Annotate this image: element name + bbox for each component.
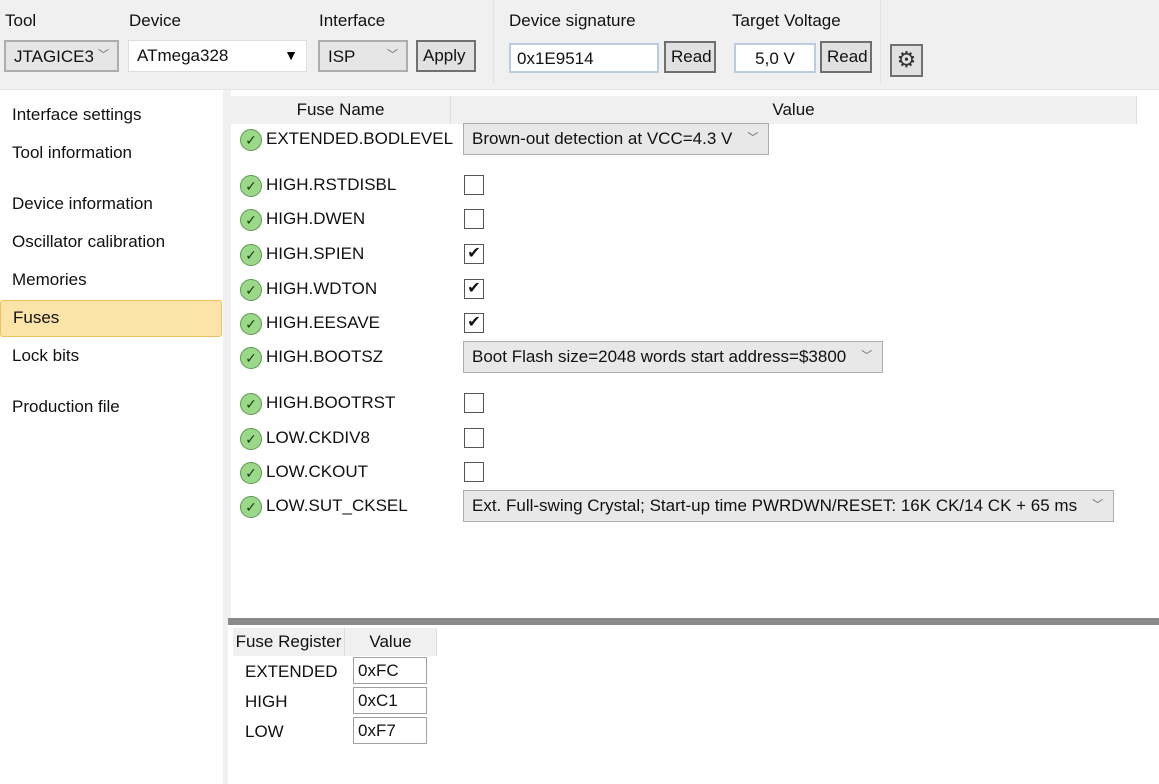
fuse-checkbox[interactable] xyxy=(464,462,484,482)
fuse-register-table: Fuse Register Value EXTENDED 0xFC HIGH 0… xyxy=(228,625,1159,784)
column-header-fuse-register[interactable]: Fuse Register xyxy=(233,628,345,656)
sidebar-item-tool-information[interactable]: Tool information xyxy=(0,136,222,172)
apply-button[interactable]: Apply xyxy=(416,40,476,72)
tool-label: Tool xyxy=(5,11,37,30)
fuse-row: ✓ EXTENDED.BODLEVEL Brown-out detection at… xyxy=(231,123,1131,163)
fuse-name: HIGH.SPIEN xyxy=(266,244,365,263)
fuse-checkbox[interactable] xyxy=(464,393,484,413)
fuse-checkbox[interactable]: ✔ xyxy=(464,279,484,299)
check-circle-icon: ✓ xyxy=(240,175,262,197)
fuse-select-value: Boot Flash size=2048 words start address… xyxy=(472,347,847,366)
read-voltage-button[interactable]: Read xyxy=(820,41,872,73)
sidebar-item-memories[interactable]: Memories xyxy=(0,263,222,299)
device-value: ATmega328 xyxy=(137,46,229,65)
fuse-name: HIGH.EESAVE xyxy=(266,313,380,332)
tool-value: JTAGICE3 xyxy=(14,47,94,66)
device-select[interactable]: ATmega328 ▼ xyxy=(128,40,307,72)
tool-select[interactable]: JTAGICE3 ﹀ xyxy=(4,40,119,72)
fuse-name: HIGH.RSTDISBL xyxy=(266,175,397,194)
voltage-field[interactable]: 5,0 V xyxy=(734,43,816,73)
signature-label: Device signature xyxy=(509,11,636,30)
read-signature-button[interactable]: Read xyxy=(664,41,716,73)
register-name: EXTENDED xyxy=(245,662,338,681)
check-circle-icon: ✓ xyxy=(240,209,262,231)
device-label: Device xyxy=(129,11,181,30)
fuse-checkbox[interactable]: ✔ xyxy=(464,244,484,264)
chevron-down-icon: ﹀ xyxy=(387,49,398,61)
fuse-checkbox[interactable]: ✔ xyxy=(464,313,484,333)
check-circle-icon: ✓ xyxy=(240,428,262,450)
fuse-row: ✓ HIGH.RSTDISBL xyxy=(231,175,1131,209)
fuse-name: EXTENDED.BODLEVEL xyxy=(266,129,454,148)
fuse-table: Fuse Name Value ✓ EXTENDED.BODLEVEL Brown-… xyxy=(231,96,1159,616)
signature-panel: Device signature 0x1E9514 Read Target Vo… xyxy=(493,0,881,83)
column-header-value[interactable]: Value xyxy=(451,96,1137,124)
voltage-label: Target Voltage xyxy=(732,11,841,30)
fuse-name: LOW.SUT_CKSEL xyxy=(266,496,408,515)
register-value-field[interactable]: 0xFC xyxy=(353,657,427,684)
sidebar-item-device-information[interactable]: Device information xyxy=(0,187,222,223)
gear-icon[interactable]: ⚙ xyxy=(890,44,923,77)
fuse-row: ✓ HIGH.BOOTSZ Boot Flash size=2048 words s… xyxy=(231,341,1131,381)
fuse-name: HIGH.DWEN xyxy=(266,209,366,228)
sidebar-item-fuses[interactable]: Fuses xyxy=(0,300,222,337)
fuse-checkbox[interactable] xyxy=(464,175,484,195)
fuse-row: ✓ HIGH.BOOTRST xyxy=(231,393,1131,427)
fuse-select[interactable]: Boot Flash size=2048 words start address… xyxy=(463,341,884,373)
interface-label: Interface xyxy=(319,11,386,30)
fuse-name: LOW.CKDIV8 xyxy=(266,428,370,447)
fuse-row: ✓ HIGH.SPIEN ✔ xyxy=(231,244,1131,278)
fuse-name: HIGH.WDTON xyxy=(266,279,378,298)
register-value-field[interactable]: 0xC1 xyxy=(353,687,427,714)
check-circle-icon: ✓ xyxy=(240,462,262,484)
fuse-name: HIGH.BOOTSZ xyxy=(266,347,384,366)
chevron-down-icon: ﹀ xyxy=(747,132,759,144)
check-circle-icon: ✓ xyxy=(240,393,262,415)
dropdown-arrow-icon: ▼ xyxy=(284,47,298,63)
sidebar-item-production-file[interactable]: Production file xyxy=(0,390,222,426)
register-value-field[interactable]: 0xF7 xyxy=(353,717,427,744)
fuse-row: ✓ HIGH.DWEN xyxy=(231,209,1131,243)
fuse-row: ✓ HIGH.WDTON ✔ xyxy=(231,279,1131,313)
register-name: HIGH xyxy=(245,692,288,711)
sidebar-item-lock-bits[interactable]: Lock bits xyxy=(0,339,222,375)
sidebar: Interface settings Tool information Devi… xyxy=(0,92,223,784)
chevron-down-icon: ﹀ xyxy=(861,350,873,362)
fuse-name: LOW.CKOUT xyxy=(266,462,369,481)
fuse-select[interactable]: Ext. Full-swing Crystal; Start-up time P… xyxy=(463,490,1115,522)
splitter[interactable] xyxy=(228,618,1159,625)
toolbar: Tool JTAGICE3 ﹀ Device ATmega328 ▼ Interfa… xyxy=(0,0,1159,90)
check-circle-icon: ✓ xyxy=(240,129,262,151)
fuse-select-value: Ext. Full-swing Crystal; Start-up time P… xyxy=(472,496,1078,515)
fuse-checkbox[interactable] xyxy=(464,428,484,448)
fuse-row: ✓ LOW.SUT_CKSEL Ext. Full-swing Crystal; S… xyxy=(231,490,1131,530)
check-circle-icon: ✓ xyxy=(240,347,262,369)
signature-field[interactable]: 0x1E9514 xyxy=(509,43,659,73)
column-header-register-value[interactable]: Value xyxy=(345,628,437,656)
fuse-checkbox[interactable] xyxy=(464,209,484,229)
check-circle-icon: ✓ xyxy=(240,496,262,518)
fuse-select[interactable]: Brown-out detection at VCC=4.3 V ﹀ xyxy=(463,123,770,155)
sidebar-item-interface-settings[interactable]: Interface settings xyxy=(0,98,222,134)
register-name: LOW xyxy=(245,722,284,741)
chevron-down-icon: ﹀ xyxy=(98,49,109,61)
check-circle-icon: ✓ xyxy=(240,279,262,301)
sidebar-item-oscillator-calibration[interactable]: Oscillator calibration xyxy=(0,225,222,261)
chevron-down-icon: ﹀ xyxy=(1092,499,1104,511)
interface-select[interactable]: ISP ﹀ xyxy=(318,40,408,72)
fuse-select-value: Brown-out detection at VCC=4.3 V xyxy=(472,129,733,148)
fuse-row: ✓ LOW.CKDIV8 xyxy=(231,428,1131,462)
column-header-fuse-name[interactable]: Fuse Name xyxy=(231,96,451,124)
check-circle-icon: ✓ xyxy=(240,244,262,266)
fuse-name: HIGH.BOOTRST xyxy=(266,393,396,412)
interface-value: ISP xyxy=(328,47,356,66)
check-circle-icon: ✓ xyxy=(240,313,262,335)
